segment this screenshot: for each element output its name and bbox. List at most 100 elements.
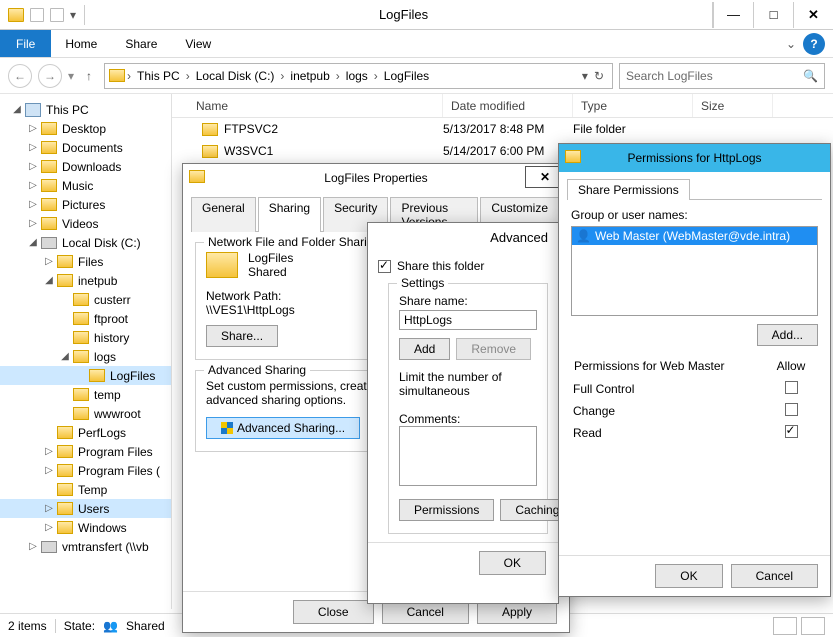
minimize-button[interactable]: — bbox=[713, 2, 753, 28]
status-state-label: State: bbox=[64, 619, 95, 633]
full-control-checkbox[interactable] bbox=[785, 381, 798, 394]
col-type[interactable]: Type bbox=[573, 94, 693, 117]
refresh-icon[interactable]: ↻ bbox=[594, 69, 604, 83]
search-box[interactable]: Search LogFiles 🔍 bbox=[619, 63, 825, 89]
folder-icon bbox=[57, 274, 73, 287]
change-checkbox[interactable] bbox=[785, 403, 798, 416]
selected-user[interactable]: 👤 Web Master (WebMaster@vde.intra) bbox=[572, 227, 817, 245]
view-details-button[interactable] bbox=[773, 617, 797, 635]
remove-share-button[interactable]: Remove bbox=[456, 338, 531, 360]
tree-temp2[interactable]: Temp bbox=[76, 483, 107, 497]
crumb-inetpub[interactable]: inetpub bbox=[286, 69, 333, 83]
advanced-sharing-dialog: Advanced Share this folder Settings Shar… bbox=[367, 222, 559, 604]
tree-downloads[interactable]: Downloads bbox=[60, 160, 121, 174]
address-bar[interactable]: › This PC› Local Disk (C:)› inetpub› log… bbox=[104, 63, 613, 89]
folder-icon bbox=[89, 369, 105, 382]
tree-drive[interactable]: Local Disk (C:) bbox=[60, 236, 141, 250]
settings-group: Settings bbox=[397, 276, 448, 290]
tree-videos[interactable]: Videos bbox=[60, 217, 98, 231]
folder-icon bbox=[73, 388, 89, 401]
back-button[interactable]: ← bbox=[8, 64, 32, 88]
home-tab[interactable]: Home bbox=[51, 30, 111, 57]
tree-ftproot[interactable]: ftproot bbox=[92, 312, 128, 326]
add-user-button[interactable]: Add... bbox=[757, 324, 818, 346]
perms-for-label: Permissions for Web Master bbox=[573, 358, 764, 377]
tree-wwwroot[interactable]: wwwroot bbox=[92, 407, 141, 421]
list-item[interactable]: FTPSVC2 5/13/2017 8:48 PM File folder bbox=[172, 118, 833, 140]
tree-inetpub[interactable]: inetpub bbox=[76, 274, 117, 288]
tree-perflogs[interactable]: PerfLogs bbox=[76, 426, 126, 440]
file-tab[interactable]: File bbox=[0, 30, 51, 57]
advanced-sharing-button[interactable]: Advanced Sharing... bbox=[206, 417, 360, 439]
tree-custerr[interactable]: custerr bbox=[92, 293, 131, 307]
address-dropdown-icon[interactable]: ▾ bbox=[582, 69, 588, 83]
share-folder-checkbox[interactable] bbox=[378, 260, 391, 273]
folder-icon bbox=[41, 160, 57, 173]
add-share-button[interactable]: Add bbox=[399, 338, 450, 360]
history-dropdown[interactable]: ▾ bbox=[68, 69, 74, 83]
up-button[interactable]: ↑ bbox=[80, 69, 98, 83]
qat-button-2[interactable] bbox=[50, 8, 64, 22]
navigation-tree[interactable]: ◢This PC ▷Desktop ▷Documents ▷Downloads … bbox=[0, 94, 172, 609]
perm-ok-button[interactable]: OK bbox=[655, 564, 722, 588]
qat-dropdown[interactable]: ▾ bbox=[70, 8, 76, 22]
adv-ok-button[interactable]: OK bbox=[479, 551, 546, 575]
pc-icon bbox=[25, 103, 41, 117]
permissions-button[interactable]: Permissions bbox=[399, 499, 494, 521]
tab-general[interactable]: General bbox=[191, 197, 256, 232]
tree-vmtransfert[interactable]: vmtransfert (\\vb bbox=[60, 540, 149, 554]
crumb-logs[interactable]: logs bbox=[342, 69, 372, 83]
tree-files[interactable]: Files bbox=[76, 255, 103, 269]
search-icon: 🔍 bbox=[803, 69, 818, 83]
tree-thispc[interactable]: This PC bbox=[44, 103, 89, 117]
crumb-drive[interactable]: Local Disk (C:) bbox=[192, 69, 279, 83]
netdrive-icon bbox=[41, 541, 57, 553]
tab-share-permissions[interactable]: Share Permissions bbox=[567, 179, 690, 200]
tree-progfilesx[interactable]: Program Files ( bbox=[76, 464, 160, 478]
help-button[interactable]: ? bbox=[803, 33, 825, 55]
col-date[interactable]: Date modified bbox=[443, 94, 573, 117]
tree-pictures[interactable]: Pictures bbox=[60, 198, 105, 212]
folder-icon bbox=[57, 521, 73, 534]
groups-label: Group or user names: bbox=[571, 208, 818, 222]
tree-desktop[interactable]: Desktop bbox=[60, 122, 106, 136]
tab-sharing[interactable]: Sharing bbox=[258, 197, 321, 232]
share-button[interactable]: Share... bbox=[206, 325, 278, 347]
crumb-thispc[interactable]: This PC bbox=[133, 69, 184, 83]
col-size[interactable]: Size bbox=[693, 94, 773, 117]
tree-documents[interactable]: Documents bbox=[60, 141, 123, 155]
comments-input[interactable] bbox=[399, 426, 537, 486]
folder-icon bbox=[57, 426, 73, 439]
user-icon: 👤 bbox=[576, 229, 591, 243]
tree-logfiles[interactable]: LogFiles bbox=[108, 369, 155, 383]
tree-logs[interactable]: logs bbox=[92, 350, 116, 364]
crumb-logfiles[interactable]: LogFiles bbox=[380, 69, 433, 83]
tree-windows[interactable]: Windows bbox=[76, 521, 127, 535]
share-name-label: Share name: bbox=[399, 294, 537, 308]
folder-icon bbox=[57, 502, 73, 515]
tree-progfiles[interactable]: Program Files bbox=[76, 445, 153, 459]
status-state: Shared bbox=[126, 619, 165, 633]
tree-temp[interactable]: temp bbox=[92, 388, 121, 402]
col-name[interactable]: Name bbox=[188, 94, 443, 117]
window-title: LogFiles bbox=[95, 7, 712, 22]
share-tab[interactable]: Share bbox=[111, 30, 171, 57]
close-button[interactable]: ✕ bbox=[793, 2, 833, 28]
qat-button-1[interactable] bbox=[30, 8, 44, 22]
tree-music[interactable]: Music bbox=[60, 179, 93, 193]
share-name-input[interactable] bbox=[399, 310, 537, 330]
maximize-button[interactable]: □ bbox=[753, 2, 793, 28]
folder-icon bbox=[57, 464, 73, 477]
view-tab[interactable]: View bbox=[171, 30, 225, 57]
share-status: Shared bbox=[248, 265, 293, 279]
read-checkbox[interactable] bbox=[785, 425, 798, 438]
perm-cancel-button[interactable]: Cancel bbox=[731, 564, 818, 588]
ribbon-expand[interactable]: ⌄ bbox=[779, 30, 803, 57]
forward-button[interactable]: → bbox=[38, 64, 62, 88]
view-large-button[interactable] bbox=[801, 617, 825, 635]
tree-users[interactable]: Users bbox=[76, 502, 109, 516]
folder-icon bbox=[57, 445, 73, 458]
tree-history[interactable]: history bbox=[92, 331, 129, 345]
props-close-button[interactable]: Close bbox=[293, 600, 374, 624]
users-listbox[interactable]: 👤 Web Master (WebMaster@vde.intra) bbox=[571, 226, 818, 316]
